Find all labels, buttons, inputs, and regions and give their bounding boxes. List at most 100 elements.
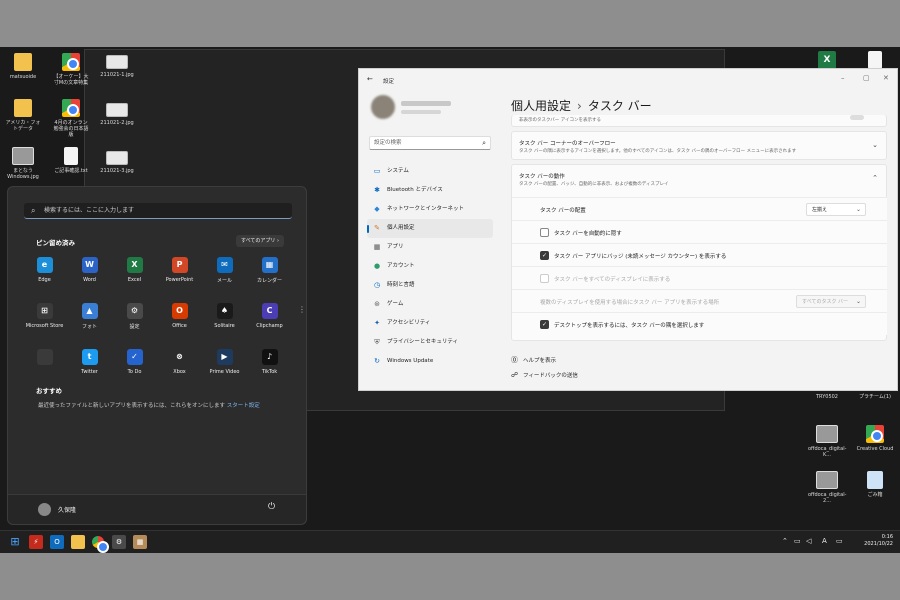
chevron-right-icon: › (277, 238, 280, 244)
volume-icon[interactable]: ◁ (806, 537, 811, 545)
multi-display-dropdown[interactable]: すべてのタスク バー ⌄ (796, 295, 866, 308)
pinned-app[interactable]: ♪ TikTok (247, 349, 292, 375)
start-search-input[interactable]: ⌕ 検索するには、ここに入力します (24, 203, 292, 219)
maximize-icon[interactable]: ▢ (863, 74, 870, 82)
pinned-app[interactable]: W Word (67, 257, 112, 283)
nav-item[interactable]: ⊛ ゲーム (367, 295, 493, 314)
avatar[interactable] (371, 95, 395, 119)
back-arrow-icon[interactable]: ← (367, 75, 373, 83)
desktop-icon-folder-2[interactable]: アメリカ・フォトデータ (4, 99, 42, 132)
settings-search-input[interactable]: 設定の検索 ⌕ (369, 136, 491, 150)
pinned-app[interactable]: ⊞ Microsoft Store (22, 303, 67, 329)
desktop-icon-jpg-3[interactable]: 211021-3.jpg (98, 151, 136, 174)
desktop-icon-txt[interactable]: ご記事確認.txt (52, 147, 90, 174)
page-dots-icon[interactable]: ⋮ (298, 305, 306, 314)
pinned-app[interactable]: ⊗ Xbox (157, 349, 202, 375)
pinned-app[interactable]: X Excel (112, 257, 157, 283)
all-apps-button[interactable]: すべてのアプリ › (236, 235, 284, 247)
desktop-corner-checkbox[interactable]: ✓ (540, 320, 549, 329)
avatar[interactable] (38, 503, 51, 516)
row-all-displays: タスク バーをすべてのディスプレイに表示する (512, 266, 887, 289)
app-icon: t (81, 349, 98, 365)
nav-item[interactable]: ✦ アクセシビリティ (367, 314, 493, 333)
pinned-app[interactable]: ▦ カレンダー (247, 257, 292, 284)
app-red-icon[interactable]: ⚡ (29, 535, 43, 549)
app-label: TikTok (261, 369, 278, 375)
app-icon: ⚙ (126, 303, 143, 319)
pinned-app[interactable] (22, 349, 67, 369)
file-explorer-icon[interactable] (71, 535, 85, 549)
nav-item[interactable]: ▦ アプリ (367, 238, 493, 257)
toggle-switch[interactable] (850, 115, 864, 120)
pinned-app[interactable]: t Twitter (67, 349, 112, 375)
chevron-down-icon[interactable]: ⌄ (872, 141, 878, 149)
clock[interactable]: 0:16 2021/10/22 (855, 534, 893, 548)
network-icon[interactable]: ▭ (794, 537, 801, 545)
chevron-up-icon[interactable]: ⌃ (872, 174, 878, 182)
chevron-up-icon[interactable]: ⌃ (782, 537, 788, 545)
text-file-icon (64, 147, 78, 165)
pinned-app[interactable]: P PowerPoint (157, 257, 202, 283)
pinned-app[interactable]: ✉ メール (202, 257, 247, 284)
nav-item[interactable]: ◷ 時刻と言語 (367, 276, 493, 295)
app-icon: P (171, 257, 188, 273)
app-icon: W (81, 257, 98, 273)
desktop-icon-photo-right-1[interactable]: offdoca_digital-K... (808, 425, 846, 458)
image-file-icon (106, 55, 128, 69)
nav-icon: ⛨ (374, 338, 380, 346)
pinned-app[interactable]: ▲ フォト (67, 303, 112, 330)
desktop-icon-jpg-1[interactable]: 211021-1.jpg (98, 55, 136, 78)
power-icon[interactable]: ⏻ (268, 502, 275, 512)
badges-checkbox[interactable]: ✓ (540, 251, 549, 260)
pinned-app[interactable]: ♠ Solitaire (202, 303, 247, 329)
app-icon: ⊗ (171, 349, 188, 365)
outlook-icon[interactable]: O (50, 535, 64, 549)
row-badges[interactable]: ✓ タスク バー アプリにバッジ (未読メッセージ カウンター) を表示する (512, 243, 887, 266)
card-hidden-icons[interactable]: 非表示のタスクバー アイコンを表示する (511, 115, 887, 127)
nav-item[interactable]: ◆ ネットワークとインターネット (367, 200, 493, 219)
user-name[interactable]: 久保隆 (58, 505, 76, 514)
desktop-icon-recycle-bin[interactable]: ごみ箱 (856, 471, 894, 498)
pinned-app[interactable]: ⚙ 設定 (112, 303, 157, 330)
pinned-app[interactable]: C Clipchamp (247, 303, 292, 329)
row-auto-hide[interactable]: タスク バーを自動的に隠す (512, 220, 887, 243)
input-method-icon[interactable]: ▭ (836, 537, 843, 545)
pinned-app[interactable]: e Edge (22, 257, 67, 283)
all-displays-checkbox[interactable] (540, 274, 549, 283)
close-icon[interactable]: ✕ (883, 74, 889, 82)
chrome-icon[interactable] (92, 536, 109, 553)
settings-gear-icon[interactable]: ⚙ (112, 535, 126, 549)
photos-app-icon[interactable]: ▦ (133, 535, 147, 549)
desktop-icon-chrome-1[interactable]: 【オーケー】大寸Mの文章特集 (52, 53, 90, 86)
card-overflow[interactable]: タスク バー コーナーのオーバーフロー タスク バーの隅に表示するアイコンを選択… (511, 131, 887, 160)
help-link[interactable]: ⓪ ヘルプを表示 (511, 355, 556, 365)
nav-item[interactable]: ⛨ プライバシーとセキュリティ (367, 333, 493, 352)
feedback-link[interactable]: ☍ フィードバックの送信 (511, 371, 578, 379)
pinned-app[interactable]: O Office (157, 303, 202, 329)
ime-indicator[interactable]: A (822, 537, 827, 545)
nav-item[interactable]: ● アカウント (367, 257, 493, 276)
minimize-icon[interactable]: – (841, 74, 845, 82)
desktop-icon-matsuoide[interactable]: matsuoide (4, 53, 42, 80)
alignment-dropdown[interactable]: 左揃え ⌄ (806, 203, 866, 216)
desktop-icon-chrome-right[interactable]: Creative Cloud (856, 425, 894, 452)
nav-item[interactable]: ↻ Windows Update (367, 352, 493, 371)
desktop-icon-chrome-2[interactable]: 4月のオンラン勉強会の日本語版 (52, 99, 90, 138)
pinned-app[interactable]: ▶ Prime Video (202, 349, 247, 375)
desktop-icon-photo[interactable]: まとなう Windows.jpg (4, 147, 42, 180)
pinned-app[interactable]: ✓ To Do (112, 349, 157, 375)
row-desktop-corner[interactable]: ✓ デスクトップを表示するには、タスク バーの隅を選択します (512, 312, 887, 335)
window-title: 設定 (383, 79, 395, 85)
start-settings-link[interactable]: スタート設定 (227, 403, 260, 409)
app-icon (36, 349, 53, 365)
start-button-icon[interactable]: ⊞ (8, 535, 22, 549)
desktop-icon-jpg-2[interactable]: 211021-2.jpg (98, 103, 136, 126)
chevron-right-icon: › (577, 99, 582, 113)
app-label: Edge (38, 277, 51, 283)
nav-item[interactable]: ▭ システム (367, 162, 493, 181)
chrome-icon (62, 53, 80, 71)
auto-hide-checkbox[interactable] (540, 228, 549, 237)
nav-item[interactable]: ✱ Bluetooth とデバイス (367, 181, 493, 200)
nav-item[interactable]: ✎ 個人用設定 (367, 219, 493, 238)
desktop-icon-photo-right-2[interactable]: offdoca_digital-2... (808, 471, 846, 504)
